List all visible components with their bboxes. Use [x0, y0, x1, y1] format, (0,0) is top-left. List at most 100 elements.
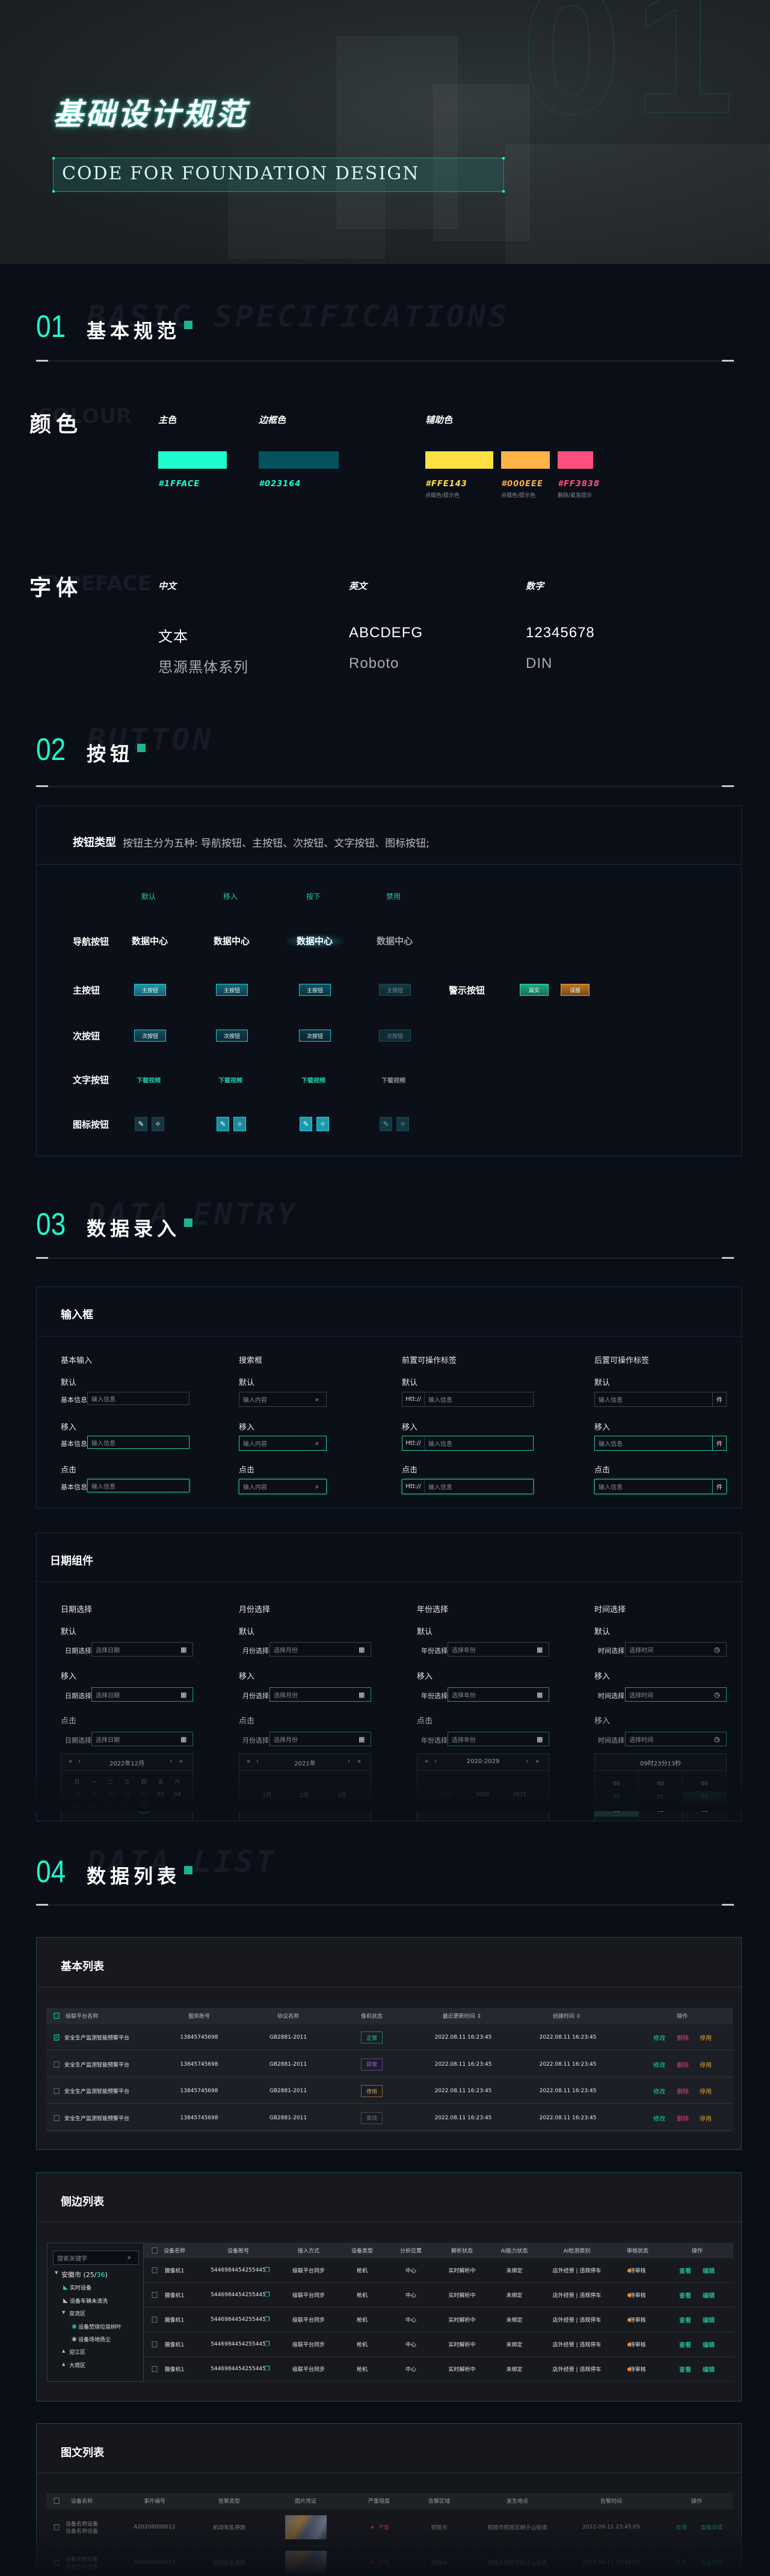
prefix-input[interactable]: Htt://输入信息	[402, 1479, 534, 1494]
date-input[interactable]: 选择年份 ▦	[448, 1687, 549, 1702]
tree-item[interactable]: ◣ 实时设备	[48, 2284, 143, 2293]
suffix-input[interactable]: 输入信息 件	[594, 1436, 727, 1451]
disable-link[interactable]: 停用	[700, 2033, 712, 2042]
search-input[interactable]: 输入内容 ⌕	[239, 1392, 327, 1407]
edit-link[interactable]: 修改	[653, 2060, 665, 2069]
search-input[interactable]: 输入内容 ⌕	[239, 1436, 327, 1451]
nav-button[interactable]: 数据中心	[286, 934, 343, 948]
row-checkbox[interactable]	[152, 2267, 158, 2273]
edit-link[interactable]: 修改	[653, 2033, 665, 2042]
nav-button[interactable]: 数据中心	[366, 934, 424, 948]
text-button[interactable]: 下载视频	[301, 1075, 325, 1084]
tree-item[interactable]: ▼ 安徽市 (25/36)	[48, 2270, 143, 2279]
row-checkbox[interactable]	[152, 2341, 158, 2347]
secondary-button[interactable]: 次按钮	[379, 1030, 411, 1042]
row-checkbox[interactable]	[152, 2292, 158, 2298]
calendar-icon[interactable]: ▦	[359, 1735, 371, 1743]
prefix-input[interactable]: Htt://输入信息	[402, 1436, 534, 1451]
date-input[interactable]: 选择年份 ▦	[448, 1642, 549, 1657]
tree-item[interactable]: ◉ 设备场地扬尘	[48, 2335, 143, 2345]
copy-icon[interactable]: ❐	[265, 2341, 270, 2348]
basic-input[interactable]: 输入信息	[87, 1392, 189, 1405]
view-link[interactable]: 查看	[679, 2266, 691, 2275]
select-all-checkbox[interactable]	[54, 2013, 60, 2019]
delete-link[interactable]: 删除	[677, 2087, 689, 2096]
primary-button[interactable]: 主按钮	[216, 984, 248, 996]
date-input[interactable]: 选择时间 ◷	[625, 1687, 727, 1702]
copy-icon[interactable]: ❐	[265, 2267, 270, 2274]
view-link[interactable]: 查看	[679, 2365, 691, 2374]
tree-item[interactable]: ▲ 大观区	[48, 2361, 143, 2371]
text-button[interactable]: 下载视频	[218, 1075, 242, 1084]
nav-button[interactable]: 数据中心	[203, 934, 260, 948]
disable-link[interactable]: 停用	[700, 2060, 712, 2069]
date-input[interactable]: 选择日期 ▦	[91, 1732, 193, 1746]
icon-button[interactable]: ✧	[396, 1117, 409, 1131]
view-link[interactable]: 查看	[679, 2291, 691, 2300]
date-input[interactable]: 选择月份 ▦	[270, 1732, 371, 1746]
copy-icon[interactable]: ❐	[265, 2317, 270, 2323]
calendar-icon[interactable]: ▦	[180, 1691, 192, 1699]
select-all-checkbox[interactable]	[54, 2498, 60, 2504]
suffix-input[interactable]: 输入信息 件	[594, 1479, 727, 1494]
tree-item[interactable]: ▼ 双流区	[48, 2309, 143, 2319]
basic-input[interactable]: 输入信息	[87, 1436, 189, 1449]
row-checkbox[interactable]	[152, 2317, 158, 2323]
basic-input[interactable]: 输入信息	[87, 1479, 189, 1492]
nav-button[interactable]: 数据中心	[121, 934, 179, 948]
row-checkbox[interactable]	[54, 2114, 60, 2121]
date-input[interactable]: 选择年份 ▦	[448, 1732, 549, 1746]
prefix-addon[interactable]: Htt://	[402, 1480, 425, 1493]
icon-button[interactable]: ✎	[135, 1117, 147, 1131]
edit-link[interactable]: 编辑	[703, 2315, 715, 2324]
icon-button[interactable]: ✧	[152, 1117, 164, 1131]
calendar-icon[interactable]: ▦	[537, 1735, 549, 1743]
edit-link[interactable]: 编辑	[703, 2365, 715, 2374]
prefix-addon[interactable]: Htt://	[402, 1392, 425, 1406]
icon-button[interactable]: ✧	[233, 1117, 246, 1131]
disable-link[interactable]: 停用	[700, 2087, 712, 2096]
view-link[interactable]: 查看	[679, 2340, 691, 2349]
primary-button[interactable]: 主按钮	[134, 984, 166, 996]
calendar-icon[interactable]: ▦	[180, 1646, 192, 1654]
suffix-addon[interactable]: 件	[712, 1480, 726, 1493]
text-button[interactable]: 下载视频	[137, 1075, 161, 1084]
row-checkbox[interactable]	[152, 2366, 158, 2372]
icon-button[interactable]: ✎	[380, 1117, 392, 1131]
tree-item[interactable]: ◉ 设备焚烧垃圾树叶	[48, 2323, 143, 2332]
secondary-button[interactable]: 次按钮	[299, 1030, 331, 1042]
select-all-checkbox[interactable]	[152, 2247, 158, 2253]
suffix-input[interactable]: 输入信息 件	[594, 1392, 727, 1407]
date-input[interactable]: 选择时间 ◷	[625, 1732, 727, 1746]
edit-link[interactable]: 编辑	[703, 2266, 715, 2275]
primary-button[interactable]: 主按钮	[379, 984, 411, 996]
search-icon[interactable]: ⌕	[315, 1483, 326, 1491]
search-icon[interactable]: ⌕	[128, 2253, 138, 2262]
edit-link[interactable]: 编辑	[703, 2340, 715, 2349]
disable-link[interactable]: 停用	[700, 2113, 712, 2122]
prefix-addon[interactable]: Htt://	[402, 1436, 425, 1450]
edit-link[interactable]: 修改	[653, 2113, 665, 2122]
calendar-icon[interactable]: ▦	[359, 1646, 371, 1654]
text-button[interactable]: 下载视频	[381, 1075, 405, 1084]
calendar-icon[interactable]: ▦	[180, 1735, 192, 1743]
column-header[interactable]: 最近更新时间 ⇕	[443, 2012, 481, 2020]
edit-link[interactable]: 修改	[653, 2087, 665, 2096]
false-alarm-warning-button[interactable]: 误报	[561, 984, 590, 996]
suffix-addon[interactable]: 件	[712, 1436, 726, 1450]
edit-link[interactable]: 编辑	[703, 2291, 715, 2300]
icon-button[interactable]: ✎	[217, 1117, 229, 1131]
search-icon[interactable]: ⌕	[315, 1439, 326, 1448]
clock-icon[interactable]: ◷	[714, 1691, 726, 1699]
calendar-icon[interactable]: ▦	[359, 1691, 371, 1699]
view-link[interactable]: 查看	[679, 2315, 691, 2324]
column-header[interactable]: 创建时间 ⇕	[553, 2012, 581, 2020]
delete-link[interactable]: 删除	[677, 2033, 689, 2042]
primary-button[interactable]: 主按钮	[299, 984, 331, 996]
clock-icon[interactable]: ◷	[714, 1735, 726, 1743]
search-icon[interactable]: ⌕	[315, 1395, 326, 1404]
confirm-warning-button[interactable]: 属实	[520, 984, 549, 996]
clock-icon[interactable]: ◷	[714, 1646, 726, 1654]
icon-button[interactable]: ✎	[300, 1117, 312, 1131]
date-input[interactable]: 选择日期 ▦	[91, 1687, 193, 1702]
